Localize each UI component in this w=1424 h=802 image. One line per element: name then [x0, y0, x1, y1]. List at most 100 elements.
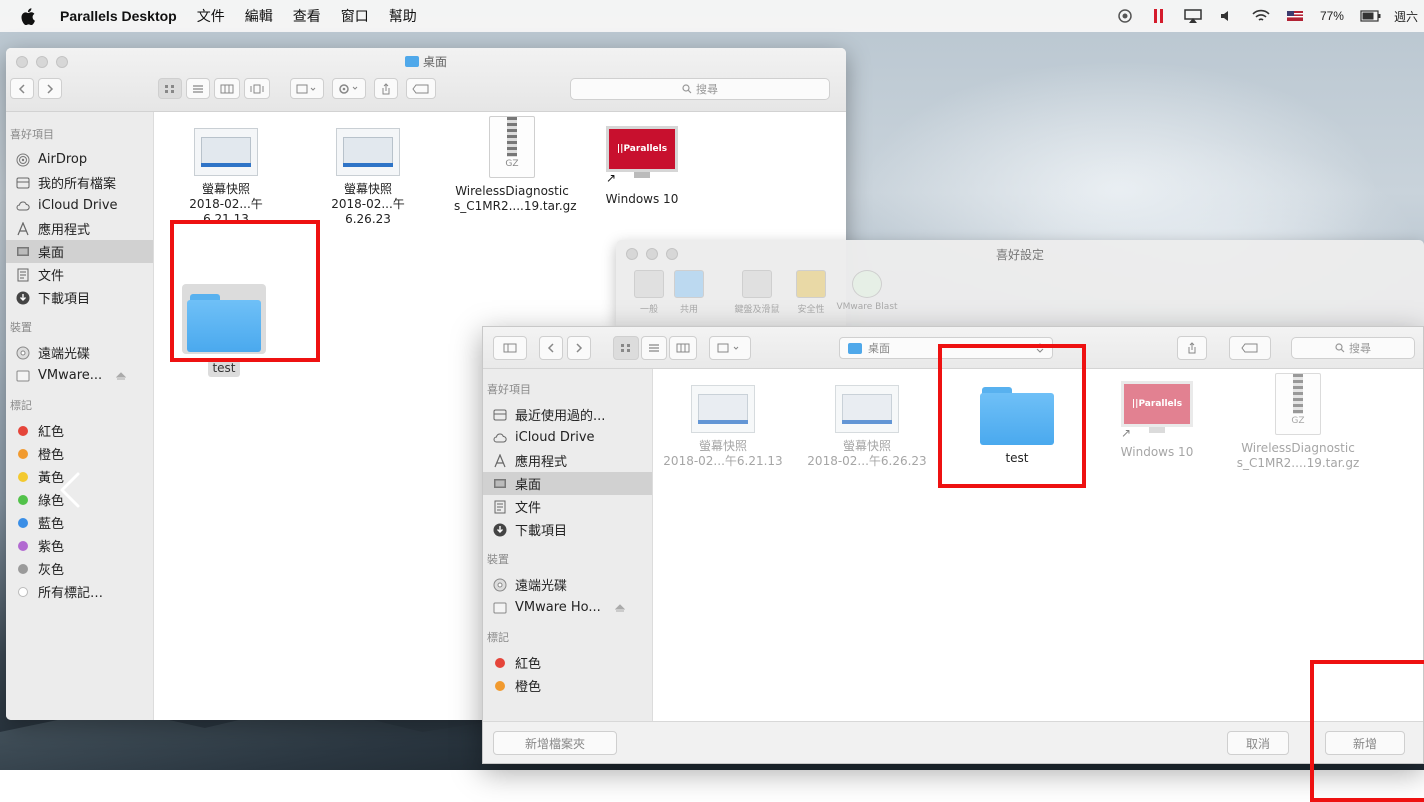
sidebar-item-tag[interactable]: 紫色: [6, 534, 153, 557]
list-view-button[interactable]: [186, 78, 210, 99]
file-windows-10[interactable]: ||Parallels ↗ Windows 10: [1099, 381, 1215, 460]
pref-tab-sharing[interactable]: 共用: [666, 270, 712, 315]
action-gear-button[interactable]: [332, 78, 366, 99]
menu-window[interactable]: 窗口: [341, 6, 369, 26]
file-windows-10[interactable]: ||Parallels ↗ Windows 10: [584, 126, 700, 207]
chevron-left-icon[interactable]: [52, 470, 92, 510]
share-button[interactable]: [1177, 336, 1207, 360]
sidebar-item-tag[interactable]: 橙色: [483, 674, 652, 697]
sidebar-item-tag[interactable]: 所有標記…: [6, 580, 153, 603]
file-name: Windows 10: [1120, 445, 1194, 459]
pref-tab-keyboard-mouse[interactable]: 鍵盤及滑鼠: [724, 270, 790, 315]
search-field[interactable]: 搜尋: [570, 78, 830, 100]
sidebar-toggle-button[interactable]: [493, 336, 527, 360]
screenshot-thumbnail: [194, 128, 258, 176]
tag-color-dot-icon: [18, 471, 28, 482]
gallery-view-button[interactable]: [244, 78, 270, 99]
general-switch-icon: [634, 270, 664, 298]
input-source-flag-icon[interactable]: [1286, 9, 1304, 23]
sidebar-item-tag[interactable]: 灰色: [6, 557, 153, 580]
menu-clock[interactable]: 週六: [1394, 8, 1418, 25]
sidebar-item-vmware-volume[interactable]: VMware Ho...: [483, 596, 652, 619]
sidebar-item-all-my-files[interactable]: 我的所有檔案: [6, 171, 153, 194]
sidebar-item-vmware-volume[interactable]: VMware...: [6, 364, 153, 387]
sidebar-item-remote-disc[interactable]: 遠端光碟: [483, 573, 652, 596]
cancel-button[interactable]: 取消: [1227, 731, 1289, 755]
sidebar-item-tag[interactable]: 藍色: [6, 511, 153, 534]
apple-menu-icon[interactable]: [14, 6, 42, 26]
pref-tab-vmware-blast[interactable]: VMware Blast: [824, 270, 910, 312]
forward-button[interactable]: [567, 336, 591, 360]
sidebar-item-documents[interactable]: 文件: [483, 495, 652, 518]
column-view-button[interactable]: [214, 78, 240, 99]
menu-edit[interactable]: 編輯: [245, 6, 273, 26]
list-view-button[interactable]: [641, 336, 667, 360]
file-name: 螢幕快照: [201, 182, 250, 196]
sidebar-item-desktop[interactable]: 桌面: [6, 240, 153, 263]
sidebar-section-favorites: 喜好項目: [487, 383, 531, 396]
group-by-button[interactable]: [290, 78, 324, 99]
tags-button[interactable]: [406, 78, 436, 99]
wifi-icon[interactable]: [1252, 9, 1270, 23]
new-folder-button[interactable]: 新增檔案夾: [493, 731, 617, 755]
eject-icon[interactable]: [116, 371, 127, 381]
dialog-search-field[interactable]: 搜尋: [1291, 337, 1415, 359]
tags-button[interactable]: [1229, 336, 1271, 360]
file-screenshot-1[interactable]: 螢幕快照 2018-02...午6.21.13: [168, 128, 284, 227]
sidebar-item-tag[interactable]: 橙色: [6, 442, 153, 465]
finder-sidebar: 喜好項目 AirDrop 我的所有檔案 iCloud Drive 應用程式 桌面…: [6, 112, 154, 720]
file-subname: 2018-02...午6.21.13: [663, 454, 783, 468]
icon-view-button[interactable]: [613, 336, 639, 360]
eject-icon[interactable]: [614, 603, 625, 613]
share-button[interactable]: [374, 78, 398, 99]
back-button[interactable]: [10, 78, 34, 99]
column-view-button[interactable]: [669, 336, 697, 360]
parallels-icon[interactable]: [1150, 9, 1168, 23]
vmware-status-icon[interactable]: [1116, 9, 1134, 23]
back-button[interactable]: [539, 336, 563, 360]
screenshot-thumbnail: [336, 128, 400, 176]
sidebar-item-desktop[interactable]: 桌面: [483, 472, 652, 495]
group-by-button[interactable]: [709, 336, 751, 360]
file-screenshot-2[interactable]: 螢幕快照 2018-02...午6.26.23: [310, 128, 426, 227]
sidebar-item-icloud[interactable]: iCloud Drive: [483, 426, 652, 449]
airplay-icon[interactable]: [1184, 9, 1202, 23]
lock-icon: [796, 270, 826, 298]
file-screenshot-2[interactable]: 螢幕快照 2018-02...午6.26.23: [805, 385, 929, 469]
applications-icon: [17, 221, 29, 235]
file-wireless-diagnostics[interactable]: GZ WirelessDiagnostic s_C1MR2....19.tar.…: [454, 116, 577, 214]
menu-help[interactable]: 幫助: [389, 6, 417, 26]
tag-list: 紅色 橙色 黃色 綠色 藍色 紫色 灰色 所有標記…: [6, 419, 153, 603]
parallels-vm-icon: ||Parallels ↗: [606, 126, 678, 185]
tag-color-dot-icon: [18, 517, 28, 528]
file-wireless-diagnostics[interactable]: GZ WirelessDiagnostic s_C1MR2....19.tar.…: [1233, 373, 1363, 471]
sidebar-item-documents[interactable]: 文件: [6, 263, 153, 286]
desktop-icon: [17, 246, 29, 256]
volume-icon[interactable]: [1218, 9, 1236, 23]
file-name: 螢幕快照: [698, 439, 747, 453]
sidebar-item-remote-disc[interactable]: 遠端光碟: [6, 341, 153, 364]
menu-app-name[interactable]: Parallels Desktop: [60, 8, 177, 24]
desktop-icon: [494, 478, 506, 488]
menu-file[interactable]: 文件: [197, 6, 225, 26]
sidebar-item-label: 文件: [38, 269, 65, 284]
path-popup-label: 桌面: [868, 342, 890, 355]
icon-view-button[interactable]: [158, 78, 182, 99]
file-screenshot-1[interactable]: 螢幕快照 2018-02...午6.21.13: [661, 385, 785, 469]
sidebar-item-applications[interactable]: 應用程式: [6, 217, 153, 240]
tag-color-dot-icon: [18, 586, 28, 597]
sidebar-item-applications[interactable]: 應用程式: [483, 449, 652, 472]
sidebar-section-devices: 裝置: [487, 553, 509, 566]
sidebar-item-airdrop[interactable]: AirDrop: [6, 148, 153, 171]
forward-button[interactable]: [38, 78, 62, 99]
sidebar-item-downloads[interactable]: 下載項目: [483, 518, 652, 541]
sidebar-item-icloud[interactable]: iCloud Drive: [6, 194, 153, 217]
sidebar-item-label: 紫色: [38, 540, 65, 555]
battery-icon[interactable]: [1360, 9, 1381, 23]
sidebar-item-tag[interactable]: 紅色: [483, 651, 652, 674]
sidebar-item-tag[interactable]: 紅色: [6, 419, 153, 442]
menu-view[interactable]: 查看: [293, 6, 321, 26]
sidebar-item-downloads[interactable]: 下載項目: [6, 286, 153, 309]
sidebar-item-recents[interactable]: 最近使用過的...: [483, 403, 652, 426]
disc-icon: [16, 346, 30, 359]
